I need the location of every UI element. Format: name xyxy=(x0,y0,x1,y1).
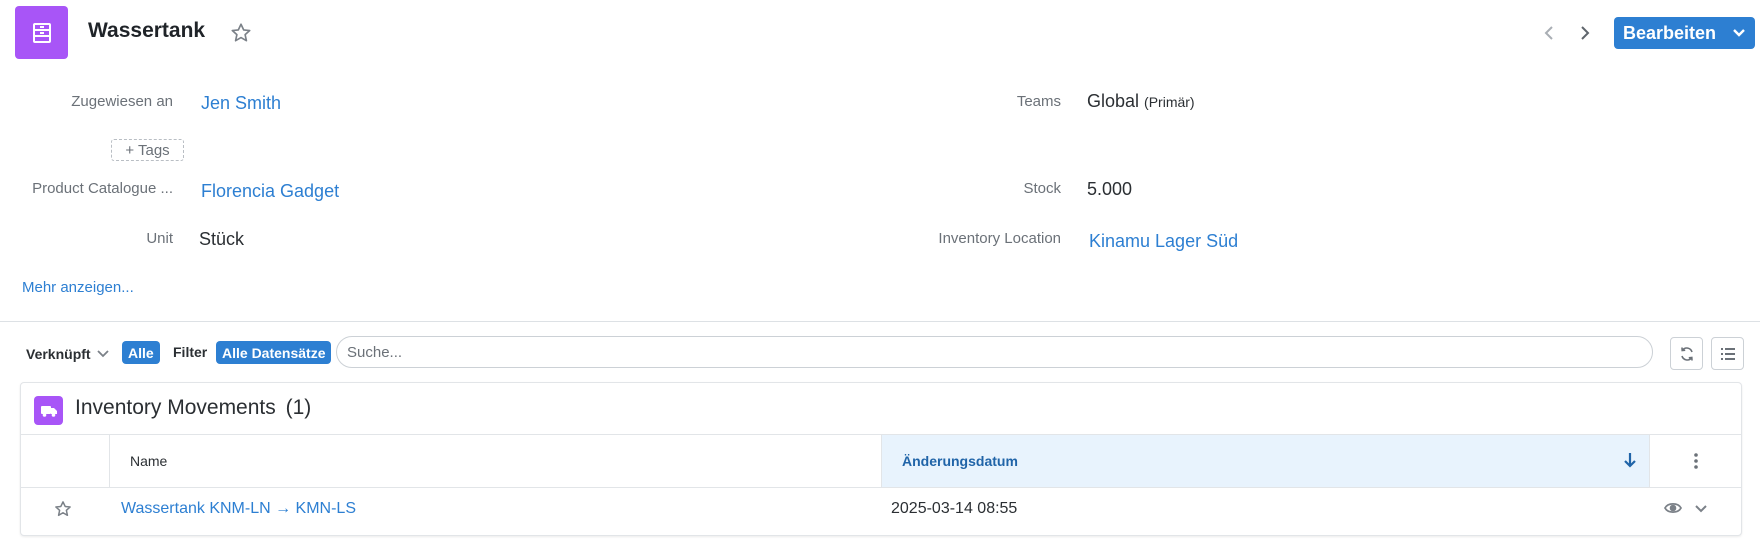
movement-name-link[interactable]: Wassertank KNM-LN → KMN-LS xyxy=(121,500,356,518)
favorite-star-icon[interactable] xyxy=(230,22,252,44)
linked-dropdown[interactable]: Verknüpft xyxy=(26,346,109,362)
movement-modified-date: 2025-03-14 08:55 xyxy=(891,500,1018,517)
row-star-icon[interactable] xyxy=(54,500,74,520)
unit-value: Stück xyxy=(199,229,245,249)
assigned-label: Zugewiesen an xyxy=(71,93,173,110)
add-tags-button[interactable]: + Tags xyxy=(111,139,184,161)
table-row: Wassertank KNM-LN → KMN-LS 2025-03-14 08… xyxy=(21,488,1741,534)
panel-title-text: Inventory Movements xyxy=(75,396,276,419)
section-divider xyxy=(0,321,1760,322)
assigned-user-link[interactable]: Jen Smith xyxy=(201,93,281,114)
sort-descending-arrow-icon xyxy=(1624,453,1636,468)
show-more-link[interactable]: Mehr anzeigen... xyxy=(22,279,134,296)
truck-icon xyxy=(34,396,63,425)
previous-record-button[interactable] xyxy=(1538,21,1560,45)
stock-value: 5.000 xyxy=(1087,179,1133,199)
filter-all-records-pill[interactable]: Alle Datensätze xyxy=(216,341,332,364)
more-vertical-icon xyxy=(1693,453,1698,469)
inventory-rack-icon xyxy=(15,6,68,59)
modified-date-column-label: Änderungsdatum xyxy=(902,453,1018,469)
teams-primary-note: (Primär) xyxy=(1144,94,1195,110)
table-header: Name Änderungsdatum xyxy=(21,434,1741,488)
inventory-location-link[interactable]: Kinamu Lager Süd xyxy=(1089,231,1238,252)
name-column-header[interactable]: Name xyxy=(110,435,882,487)
filter-label: Filter xyxy=(173,344,208,360)
record-header: Wassertank Bearbeiten xyxy=(0,0,1760,66)
modified-date-column-header[interactable]: Änderungsdatum xyxy=(882,435,1650,487)
stock-label: Stock xyxy=(1023,180,1061,197)
next-record-button[interactable] xyxy=(1574,21,1596,45)
list-icon xyxy=(1720,347,1735,360)
product-catalogue-label: Product Catalogue ... xyxy=(32,180,173,197)
filter-all-pill[interactable]: Alle xyxy=(122,341,160,364)
product-catalogue-link[interactable]: Florencia Gadget xyxy=(201,181,339,202)
refresh-button[interactable] xyxy=(1670,337,1703,370)
row-actions-chevron-down-icon[interactable] xyxy=(1694,501,1714,521)
refresh-icon xyxy=(1680,346,1693,361)
view-eye-icon[interactable] xyxy=(1663,501,1684,521)
list-view-button[interactable] xyxy=(1711,337,1744,370)
teams-label: Teams xyxy=(1016,93,1061,110)
edit-button[interactable]: Bearbeiten xyxy=(1614,17,1755,49)
search-input[interactable] xyxy=(336,336,1653,368)
inventory-movements-panel: Inventory Movements (1) Name Änderungsda… xyxy=(20,382,1742,536)
select-column-header xyxy=(21,435,110,487)
chevron-down-icon xyxy=(96,350,109,358)
panel-title: Inventory Movements (1) xyxy=(75,396,311,420)
column-options-menu[interactable] xyxy=(1650,435,1741,487)
teams-name: Global xyxy=(1087,91,1140,111)
teams-value: Global (Primär) xyxy=(1087,91,1195,112)
record-title: Wassertank xyxy=(88,19,206,42)
edit-button-label: Bearbeiten xyxy=(1623,22,1717,43)
unit-label: Unit xyxy=(146,230,173,247)
panel-record-count: (1) xyxy=(285,396,312,419)
edit-dropdown-caret-icon[interactable] xyxy=(1723,17,1755,49)
inventory-location-label: Inventory Location xyxy=(938,230,1061,247)
linked-label: Verknüpft xyxy=(26,346,91,362)
